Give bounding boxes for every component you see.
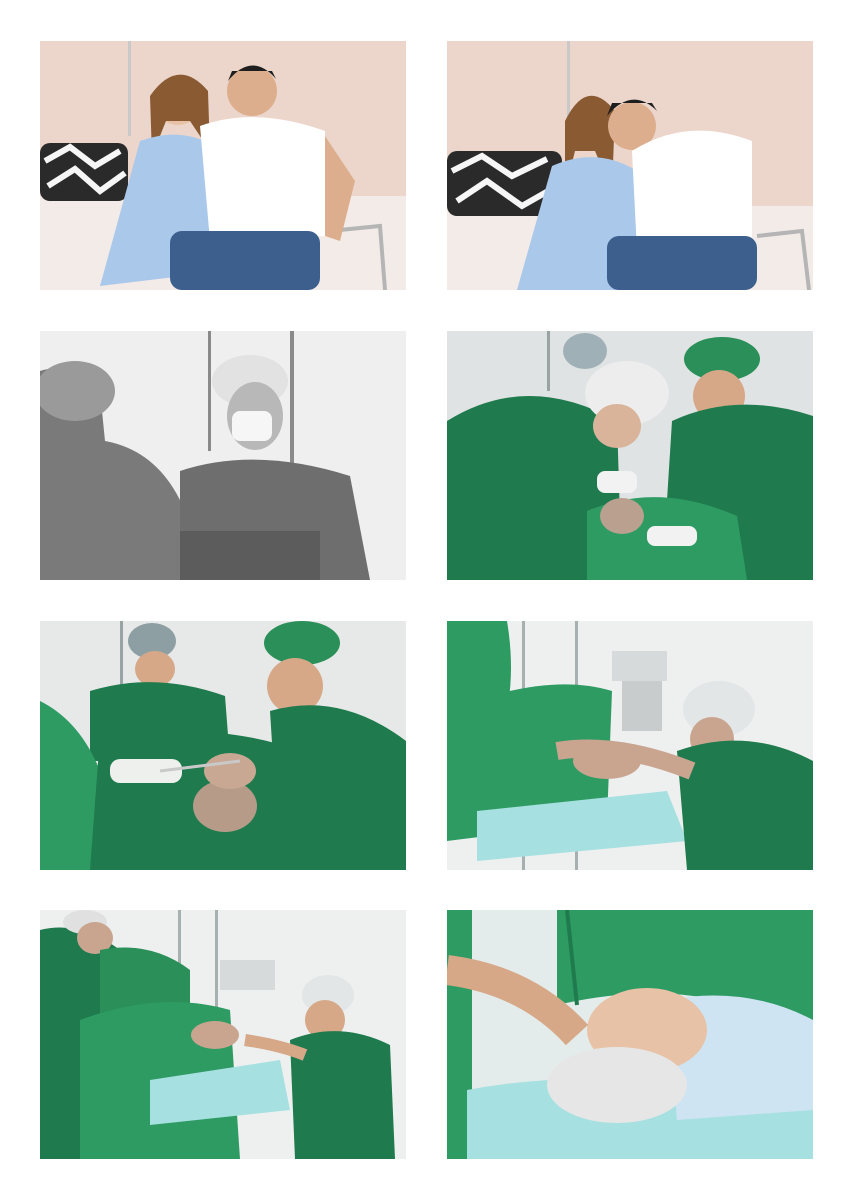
couple-embracing-image bbox=[447, 41, 813, 290]
photo-mother-closeup bbox=[447, 910, 813, 1159]
anesthesiologist-image bbox=[447, 621, 813, 870]
photo-surgeons-delivery bbox=[447, 331, 813, 580]
operating-team-image bbox=[40, 910, 406, 1159]
mother-closeup-image bbox=[447, 910, 813, 1159]
photo-anesthesiologist bbox=[447, 621, 813, 870]
photo-father-bw bbox=[40, 331, 406, 580]
photo-couple-sitting bbox=[40, 41, 406, 290]
photo-operating-team bbox=[40, 910, 406, 1159]
photo-couple-embracing bbox=[447, 41, 813, 290]
couple-sitting-image bbox=[40, 41, 406, 290]
father-bw-image bbox=[40, 331, 406, 580]
photo-newborn-held bbox=[40, 621, 406, 870]
newborn-held-image bbox=[40, 621, 406, 870]
surgeons-delivery-image bbox=[447, 331, 813, 580]
